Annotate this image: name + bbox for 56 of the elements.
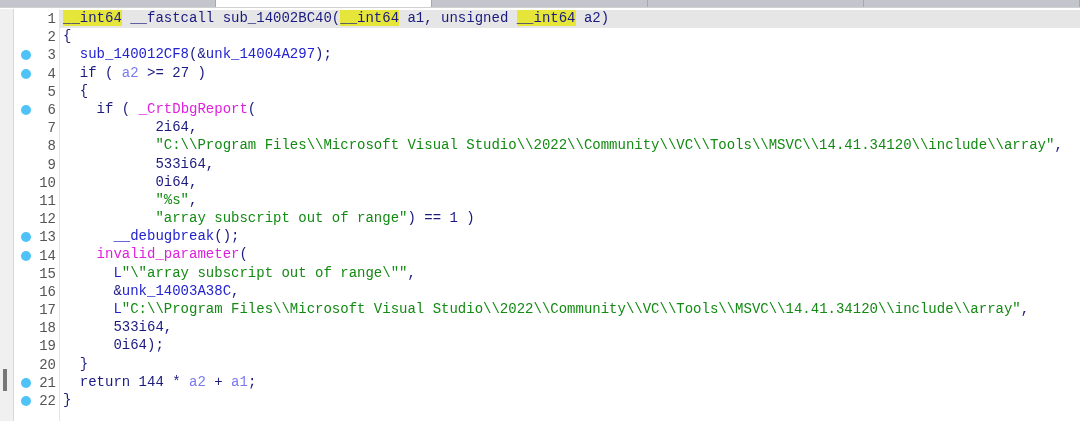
code-line: "array subscript out of range") == 1 ): [154, 210, 476, 229]
tab[interactable]: [648, 0, 864, 7]
line-number: 7: [47, 120, 56, 137]
scroll-marker: [3, 369, 7, 391]
code-line: &unk_14003A38C,: [112, 282, 241, 301]
code-line: {: [62, 28, 73, 47]
tab[interactable]: [0, 0, 216, 7]
line-number: 4: [47, 65, 56, 82]
line-number: 10: [39, 174, 56, 191]
code-line: }: [78, 355, 90, 374]
code-line: {: [78, 82, 90, 101]
breakpoint-dot[interactable]: [21, 50, 31, 61]
line-number: 16: [39, 283, 56, 300]
breakpoint-dot[interactable]: [21, 105, 31, 116]
code-line: "C:\\Program Files\\Microsoft Visual Studio\\2022\\Community\\VC\\Tools\\MSVC\\14.41.34120\\include\\array",: [154, 137, 1064, 156]
line-number: 19: [39, 338, 56, 355]
code-line: 2i64,: [154, 119, 199, 138]
line-number: 2: [47, 29, 56, 46]
line-number: 6: [47, 102, 56, 119]
code-line: 533i64,: [112, 319, 174, 338]
code-line: sub_140012CF8(&unk_14004A297);: [78, 46, 333, 65]
code-line: if ( _CrtDbgReport(: [95, 100, 258, 119]
line-number: 17: [39, 302, 56, 319]
code-line: if ( a2 >= 27 ): [78, 64, 207, 83]
code-line: }: [62, 391, 73, 410]
breakpoint-dot[interactable]: [21, 377, 31, 388]
code-line: __debugbreak();: [112, 228, 241, 247]
code-line: 0i64,: [154, 173, 199, 192]
tab[interactable]: [216, 0, 432, 7]
line-number: 9: [47, 156, 56, 173]
breakpoint-dot[interactable]: [21, 250, 31, 261]
line-number: 12: [39, 211, 56, 228]
line-number: 18: [39, 320, 56, 337]
code-line: "%s",: [154, 191, 199, 210]
line-number: 15: [39, 265, 56, 282]
tab[interactable]: [864, 0, 1080, 7]
code-line: L"\"array subscript out of range\"",: [112, 264, 417, 283]
line-number: 22: [39, 393, 56, 410]
line-number: 1: [47, 11, 56, 28]
breakpoint-dot[interactable]: [21, 396, 31, 407]
line-number: 20: [39, 356, 56, 373]
line-number: 13: [39, 229, 56, 246]
tab[interactable]: [432, 0, 648, 7]
code-line: 533i64,: [154, 155, 216, 174]
breakpoint-dot[interactable]: [21, 232, 31, 243]
line-number: 21: [39, 374, 56, 391]
line-number: 5: [47, 83, 56, 100]
line-number: 3: [47, 47, 56, 64]
code-line: invalid_parameter(: [95, 246, 249, 265]
line-number: 14: [39, 247, 56, 264]
code-line: return 144 * a2 + a1;: [78, 373, 258, 392]
line-number: 8: [47, 138, 56, 155]
code-line: 0i64);: [112, 337, 165, 356]
code-line: L"C:\\Program Files\\Microsoft Visual Studio\\2022\\Community\\VC\\Tools\\MSVC\\14.41.34120\\include\\array",: [112, 301, 1031, 319]
line-number: 11: [39, 192, 56, 209]
breakpoint-dot[interactable]: [21, 68, 31, 79]
